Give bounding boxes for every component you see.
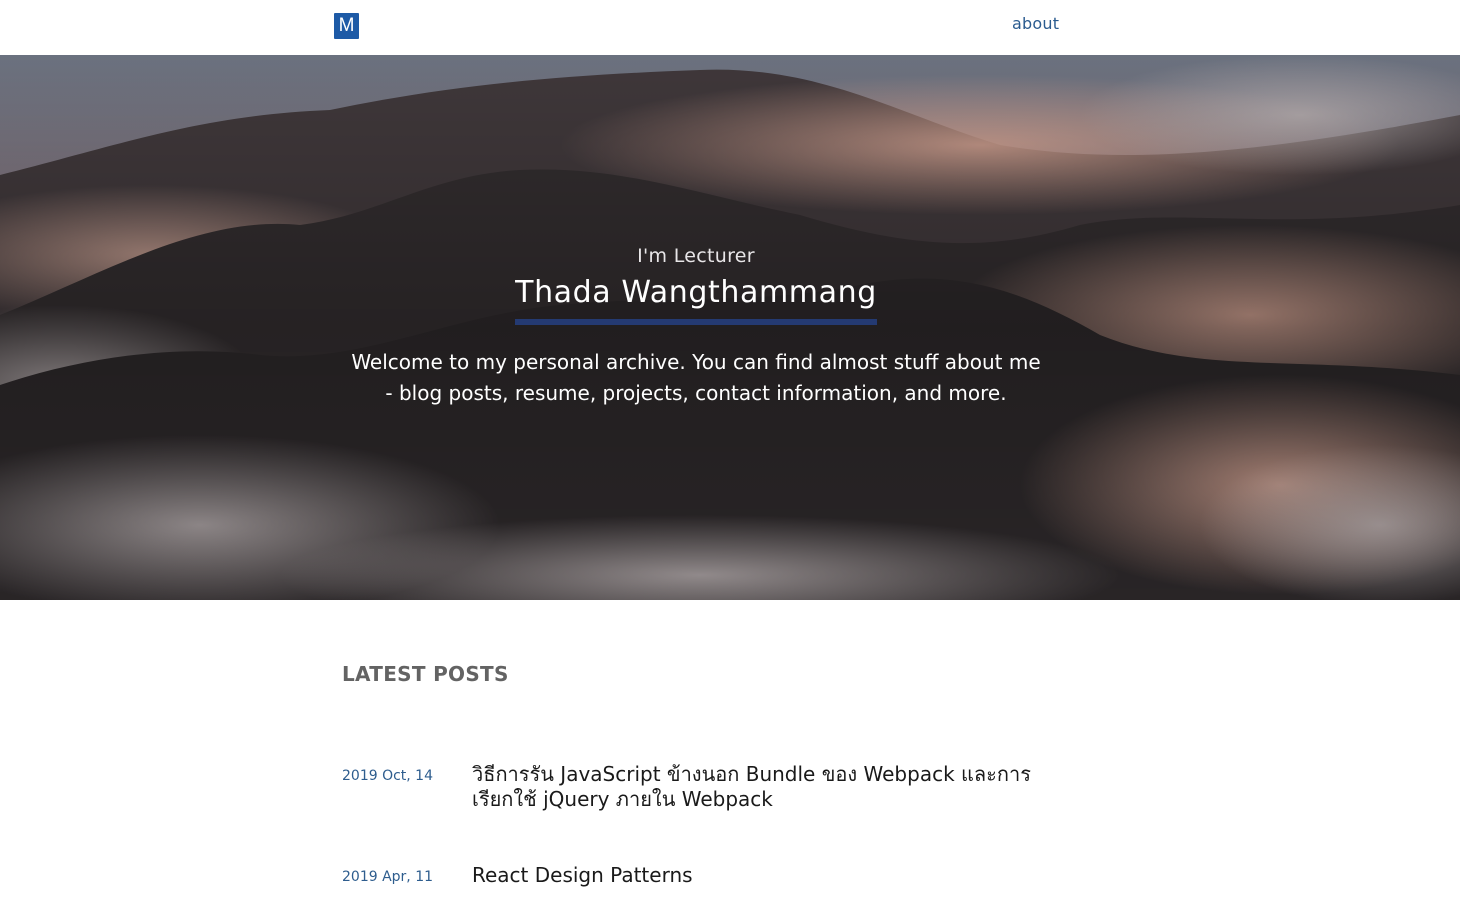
mountain-fog-background-image <box>0 55 1460 600</box>
post-item: 2019 Apr, 11 React Design Patterns <box>342 863 1072 893</box>
hero-description: Welcome to my personal archive. You can … <box>351 350 1041 405</box>
post-date: 2019 Oct, 14 <box>342 768 433 784</box>
post-title-link[interactable]: วิธีการรัน JavaScript ข้างนอก Bundle ของ… <box>472 762 1072 812</box>
post-date: 2019 Apr, 11 <box>342 869 434 885</box>
post-title-link[interactable]: React Design Patterns <box>472 863 1072 888</box>
hero-title: Thada Wangthammang <box>515 273 877 325</box>
site-logo[interactable]: M <box>334 13 359 39</box>
post-item: 2019 Oct, 14 วิธีการรัน JavaScript ข้างน… <box>342 762 1072 822</box>
nav-link-about[interactable]: about <box>1012 14 1059 33</box>
top-navbar: M about <box>0 0 1460 55</box>
hero-banner: I'm Lecturer Thada Wangthammang Welcome … <box>0 55 1460 600</box>
hero-subtitle: I'm Lecturer <box>637 245 755 267</box>
hero-title-wrap: Thada Wangthammang <box>0 273 1392 325</box>
latest-posts-heading: LATEST POSTS <box>342 662 509 686</box>
